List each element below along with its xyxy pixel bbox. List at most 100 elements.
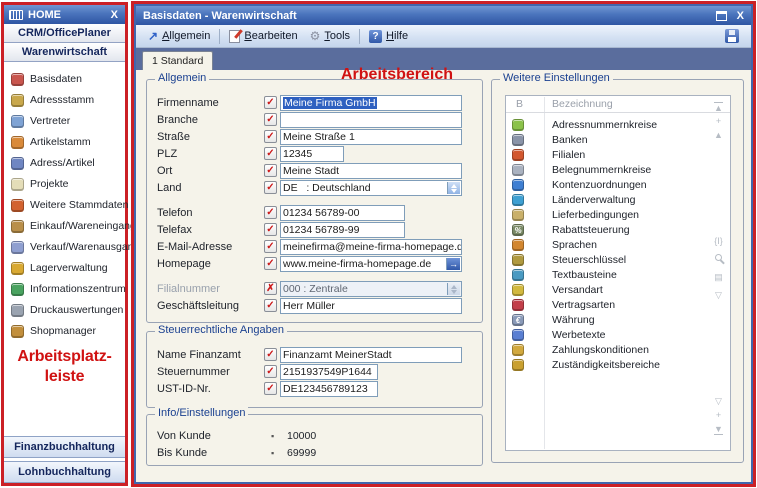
equals-icon: ▪: [271, 429, 274, 443]
field-label: Homepage: [157, 257, 262, 271]
toolbar-hilfe-button[interactable]: ? Hilfe: [363, 27, 414, 46]
ustid-input[interactable]: DE123456789123: [280, 381, 378, 397]
check-icon[interactable]: ✓: [264, 365, 277, 378]
scroll-up-icon[interactable]: ▲: [712, 130, 725, 140]
branche-input[interactable]: [280, 112, 462, 128]
settings-item-steuerschluessel[interactable]: Steuerschlüssel: [506, 253, 730, 268]
sidebar-item-adress-artikel[interactable]: Adress/Artikel: [11, 154, 123, 172]
close-icon[interactable]: X: [735, 10, 746, 22]
strasse-input[interactable]: Meine Straße 1: [280, 129, 462, 145]
scroll-to-bottom-icon[interactable]: ▼: [712, 424, 725, 435]
field-row: Filialnummer ✗ 000 : Zentrale: [147, 281, 482, 297]
land-select[interactable]: DE : Deutschland: [280, 180, 462, 196]
field-label: Telefax: [157, 223, 262, 237]
scroll-down-icon[interactable]: ▽: [712, 396, 725, 406]
settings-item-filialen[interactable]: Filialen: [506, 148, 730, 163]
telefax-input[interactable]: 01234 56789-99: [280, 222, 405, 238]
grid-view-icon[interactable]: ▤: [712, 272, 725, 282]
check-icon[interactable]: ✓: [264, 130, 277, 143]
toolbar-item-label: Hilfe: [386, 30, 408, 42]
laenderverwaltung-icon: [512, 194, 524, 206]
edit-indicator-icon[interactable]: {I}: [712, 236, 725, 246]
homepage-value: www.meine-firma-homepage.de: [283, 258, 431, 270]
sidebar-section-lohnbuchhaltung[interactable]: Lohnbuchhaltung: [4, 461, 125, 483]
check-icon[interactable]: ✓: [264, 147, 277, 160]
check-icon[interactable]: ✓: [264, 240, 277, 253]
tab-standard[interactable]: 1 Standard: [142, 51, 213, 70]
sidebar-item-vertreter[interactable]: Vertreter: [11, 112, 123, 130]
settings-item-kontenzuordnungen[interactable]: Kontenzuordnungen: [506, 178, 730, 193]
settings-item-label: Belegnummernkreise: [552, 164, 651, 177]
check-icon[interactable]: ✓: [264, 206, 277, 219]
settings-item-zahlungskonditionen[interactable]: Zahlungskonditionen: [506, 343, 730, 358]
sidebar-item-artikelstamm[interactable]: Artikelstamm: [11, 133, 123, 151]
settings-item-belegnummernkreise[interactable]: Belegnummernkreise: [506, 163, 730, 178]
sidebar-item-lagerverwaltung[interactable]: Lagerverwaltung: [11, 259, 123, 277]
settings-item-versandart[interactable]: Versandart: [506, 283, 730, 298]
finanzamt-input[interactable]: Finanzamt MeinerStadt: [280, 347, 462, 363]
sidebar-section-finanzbuchhaltung[interactable]: Finanzbuchhaltung: [4, 436, 125, 458]
save-icon[interactable]: [725, 29, 739, 43]
scroll-to-top-icon[interactable]: ▲: [712, 102, 725, 113]
plz-input[interactable]: 12345: [280, 146, 344, 162]
settings-item-rabattsteuerung[interactable]: %Rabattsteuerung: [506, 223, 730, 238]
toolbar-bearbeiten-button[interactable]: Bearbeiten: [223, 27, 303, 46]
steuernummer-input[interactable]: 2151937549P1644: [280, 364, 378, 380]
settings-item-label: Textbausteine: [552, 269, 617, 282]
dropdown-spinner-icon[interactable]: [447, 182, 460, 194]
settings-item-werbetexte[interactable]: Werbetexte: [506, 328, 730, 343]
restore-icon[interactable]: [716, 11, 727, 21]
sidebar-item-adressstamm[interactable]: Adressstamm: [11, 91, 123, 109]
check-icon[interactable]: ✓: [264, 96, 277, 109]
firmenname-input[interactable]: Meine Firma GmbH: [280, 95, 462, 111]
settings-item-sprachen[interactable]: Sprachen: [506, 238, 730, 253]
append-icon[interactable]: +: [712, 410, 725, 420]
sidebar-close-icon[interactable]: X: [109, 9, 120, 21]
sidebar-item-projekte[interactable]: Projekte: [11, 175, 123, 193]
settings-item-adressnummernkreise[interactable]: Adressnummernkreise: [506, 118, 730, 133]
filter-icon[interactable]: ▽: [712, 290, 725, 300]
check-icon[interactable]: ✓: [264, 348, 277, 361]
ort-input[interactable]: Meine Stadt: [280, 163, 462, 179]
sidebar-item-druckauswertungen[interactable]: Druckauswertungen: [11, 301, 123, 319]
settings-item-textbausteine[interactable]: Textbausteine: [506, 268, 730, 283]
sidebar-item-informationszentrum[interactable]: Informationszentrum: [11, 280, 123, 298]
check-icon[interactable]: ✓: [264, 299, 277, 312]
settings-item-zustaendigkeitsbereiche[interactable]: Zuständigkeitsbereiche: [506, 358, 730, 373]
field-row: Ort ✓ Meine Stadt: [147, 163, 482, 179]
help-icon: ?: [369, 30, 382, 43]
toolbar-allgemein-button[interactable]: ↗ Allgemein: [142, 27, 216, 46]
check-icon[interactable]: ✓: [264, 181, 277, 194]
email-input[interactable]: meinefirma@meine-firma-homepage.de: [280, 239, 462, 255]
toolbar-tools-button[interactable]: ⚙ Tools: [304, 27, 356, 46]
homepage-input[interactable]: www.meine-firma-homepage.de →: [280, 256, 462, 272]
settings-item-lieferbedingungen[interactable]: Lieferbedingungen: [506, 208, 730, 223]
settings-item-banken[interactable]: Banken: [506, 133, 730, 148]
sidebar-section-crm-officeplaner[interactable]: CRM/OfficePlaner: [4, 24, 125, 43]
sidebar-section-warenwirtschaft[interactable]: Warenwirtschaft: [4, 43, 125, 62]
check-icon[interactable]: ✓: [264, 164, 277, 177]
sidebar-item-verkauf-warenausgang[interactable]: Verkauf/Warenausgang: [11, 238, 123, 256]
open-link-icon[interactable]: →: [446, 258, 460, 270]
land-value: DE : Deutschland: [283, 182, 371, 194]
check-icon[interactable]: ✓: [264, 113, 277, 126]
settings-item-laenderverwaltung[interactable]: Länderverwaltung: [506, 193, 730, 208]
sidebar-item-einkauf-wareneingang[interactable]: Einkauf/Wareneingang: [11, 217, 123, 235]
settings-item-waehrung[interactable]: €Währung: [506, 313, 730, 328]
gear-icon: ⚙: [310, 30, 321, 43]
check-icon[interactable]: ✓: [264, 257, 277, 270]
telefon-input[interactable]: 01234 56789-00: [280, 205, 405, 221]
sidebar-item-shopmanager[interactable]: Shopmanager: [11, 322, 123, 340]
settings-item-vertragsarten[interactable]: Vertragsarten: [506, 298, 730, 313]
sidebar-item-basisdaten[interactable]: Basisdaten: [11, 70, 123, 88]
cross-icon[interactable]: ✗: [264, 282, 277, 295]
settings-item-label: Werbetexte: [552, 329, 606, 342]
sidebar-item-weitere-stammdaten[interactable]: Weitere Stammdaten: [11, 196, 123, 214]
field-label: Steuernummer: [157, 365, 262, 379]
arrow-up-right-icon: ↗: [148, 30, 158, 42]
check-icon[interactable]: ✓: [264, 382, 277, 395]
insert-icon[interactable]: +: [712, 116, 725, 126]
search-icon[interactable]: [715, 254, 722, 261]
geschaeftsleitung-input[interactable]: Herr Müller: [280, 298, 462, 314]
check-icon[interactable]: ✓: [264, 223, 277, 236]
